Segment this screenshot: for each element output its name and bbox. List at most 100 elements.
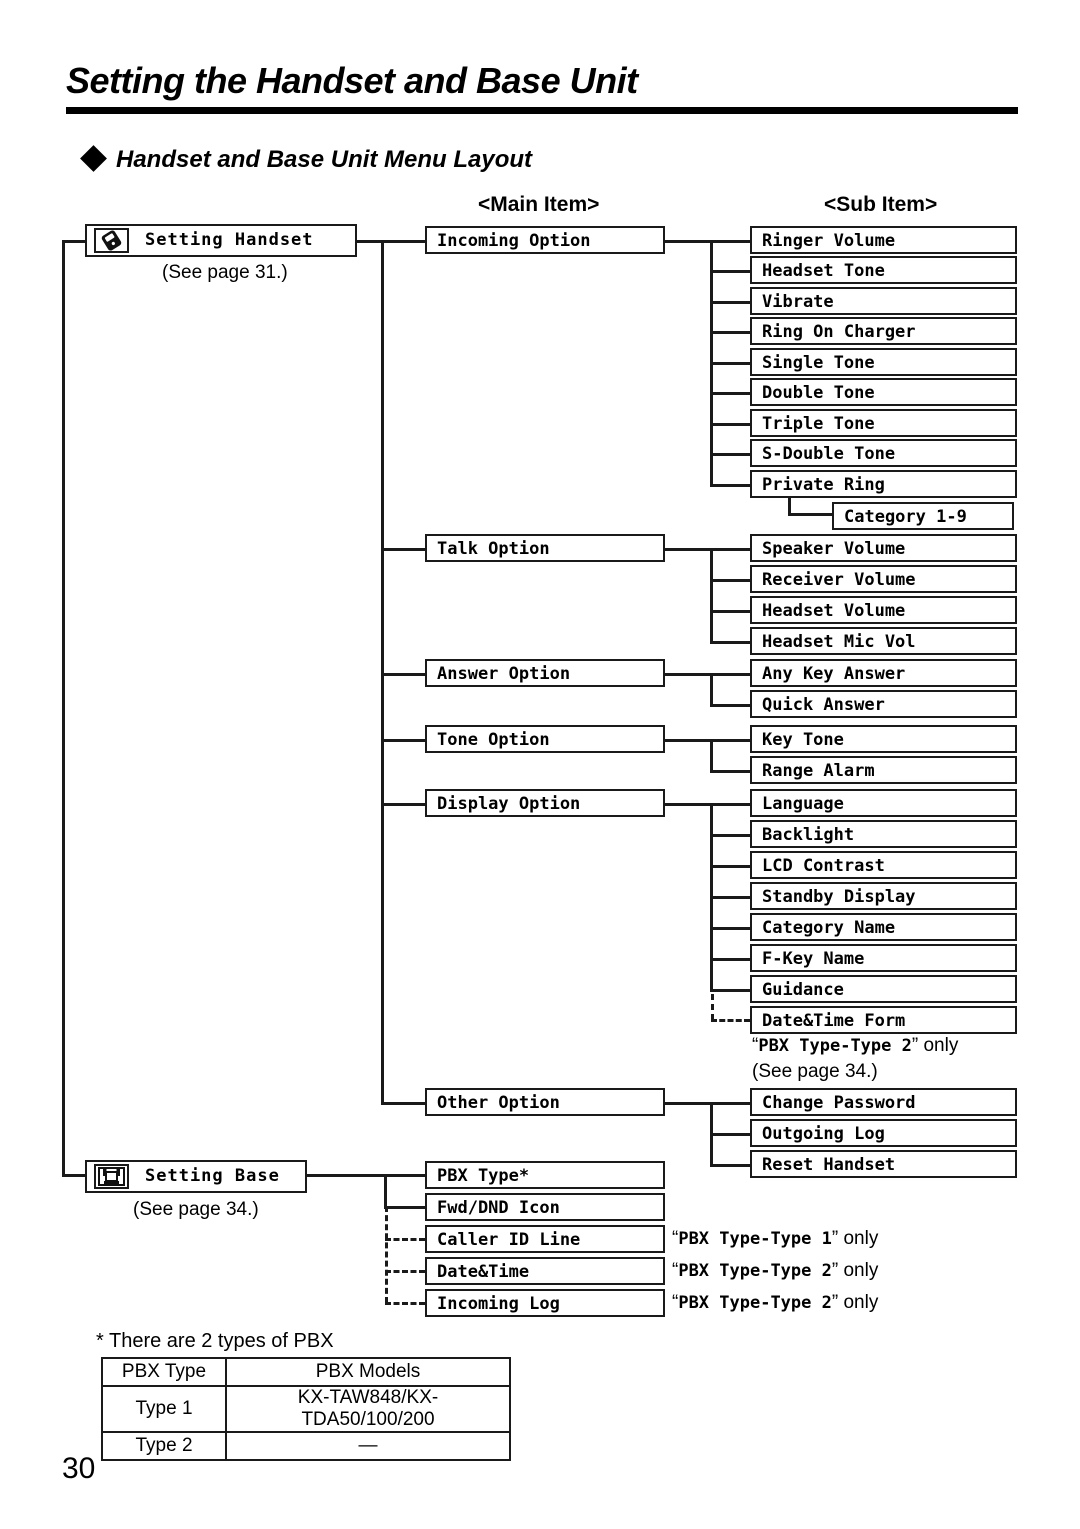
sub-item-category-name[interactable]: Category Name [750, 913, 1017, 941]
connector-tone-stem [665, 739, 713, 742]
date-time-form-condition-note: “PBX Type-Type 2” only [752, 1035, 959, 1056]
sub-item-standby-display[interactable]: Standby Display [750, 882, 1017, 910]
sub-item-s-double-tone-label: S-Double Tone [762, 444, 896, 464]
connector-base-5-dashed [385, 1302, 425, 1305]
incoming-log-condition-note: “PBX Type-Type 2” only [672, 1292, 879, 1313]
connector-display-6 [710, 958, 750, 961]
base-item-caller-id-line-label: Caller ID Line [437, 1230, 581, 1250]
sub-item-double-tone-label: Double Tone [762, 383, 875, 403]
main-item-talk-option[interactable]: Talk Option [425, 534, 665, 562]
sub-item-headset-volume[interactable]: Headset Volume [750, 596, 1017, 624]
main-item-display-option[interactable]: Display Option [425, 789, 665, 817]
connector-talk-4 [710, 641, 750, 644]
connector-talk-1 [710, 548, 750, 551]
connector-tone-bus [710, 739, 713, 773]
base-item-date-time-label: Date&Time [437, 1262, 530, 1282]
connector-incoming-8 [710, 453, 750, 456]
connector-display-2 [710, 834, 750, 837]
connector-display-5 [710, 927, 750, 930]
main-item-incoming-option[interactable]: Incoming Option [425, 226, 665, 254]
sub-item-f-key-name[interactable]: F-Key Name [750, 944, 1017, 972]
sub-item-range-alarm-label: Range Alarm [762, 761, 875, 781]
connector-main-other [381, 1102, 427, 1105]
main-item-display-option-label: Display Option [437, 794, 581, 814]
connector-display-4 [710, 896, 750, 899]
title-rule [66, 107, 1018, 114]
connector-base-bus-dashed [385, 1206, 388, 1303]
sub-item-range-alarm[interactable]: Range Alarm [750, 756, 1017, 784]
base-item-date-time[interactable]: Date&Time [425, 1257, 665, 1285]
connector-display-8-dashed-v [711, 994, 714, 1020]
sub-item-category-1-9[interactable]: Category 1-9 [832, 502, 1014, 530]
sub-item-headset-tone[interactable]: Headset Tone [750, 256, 1017, 284]
sub-item-reset-handset-label: Reset Handset [762, 1155, 896, 1175]
sub-item-backlight-label: Backlight [762, 825, 855, 845]
main-item-tone-option-label: Tone Option [437, 730, 550, 750]
connector-main-answer [381, 673, 427, 676]
setting-base-page-note: (See page 34.) [133, 1199, 259, 1220]
sub-item-any-key-answer[interactable]: Any Key Answer [750, 659, 1017, 687]
sub-item-column-header: <Sub Item> [824, 193, 938, 216]
sub-item-date-time-form[interactable]: Date&Time Form [750, 1006, 1017, 1034]
base-item-pbx-type-label: PBX Type* [437, 1166, 530, 1186]
connector-incoming-7 [710, 423, 750, 426]
sub-item-s-double-tone[interactable]: S-Double Tone [750, 439, 1017, 467]
connector-base-2 [384, 1206, 425, 1209]
sub-item-ring-on-charger[interactable]: Ring On Charger [750, 317, 1017, 345]
sub-item-receiver-volume-label: Receiver Volume [762, 570, 916, 590]
sub-item-vibrate[interactable]: Vibrate [750, 287, 1017, 315]
base-item-fwd-dnd-icon[interactable]: Fwd/DND Icon [425, 1193, 665, 1221]
sub-item-speaker-volume[interactable]: Speaker Volume [750, 534, 1017, 562]
sub-item-reset-handset[interactable]: Reset Handset [750, 1150, 1017, 1178]
table-cell-models-2: — [225, 1431, 511, 1461]
connector-private-ring-child-h [788, 513, 832, 516]
date-time-form-condition-tail: only [923, 1035, 959, 1056]
sub-item-ringer-volume[interactable]: Ringer Volume [750, 226, 1017, 254]
section-title: Handset and Base Unit Menu Layout [116, 146, 533, 173]
incoming-log-condition-tail: only [843, 1292, 879, 1313]
base-item-caller-id-line[interactable]: Caller ID Line [425, 1225, 665, 1253]
connector-main-tone [381, 739, 427, 742]
sub-item-guidance[interactable]: Guidance [750, 975, 1017, 1003]
connector-display-stem [665, 803, 713, 806]
connector-other-3 [710, 1164, 750, 1167]
sub-item-language[interactable]: Language [750, 789, 1017, 817]
connector-other-2 [710, 1133, 750, 1136]
sub-item-receiver-volume[interactable]: Receiver Volume [750, 565, 1017, 593]
connector-answer-stem [665, 673, 713, 676]
main-item-tone-option[interactable]: Tone Option [425, 725, 665, 753]
sub-item-f-key-name-label: F-Key Name [762, 949, 865, 969]
connector-base-1 [384, 1174, 425, 1177]
main-item-answer-option-label: Answer Option [437, 664, 571, 684]
connector-base-4-dashed [385, 1270, 425, 1273]
sub-item-backlight[interactable]: Backlight [750, 820, 1017, 848]
sub-item-change-password[interactable]: Change Password [750, 1088, 1017, 1116]
base-item-incoming-log[interactable]: Incoming Log [425, 1289, 665, 1317]
sub-item-private-ring[interactable]: Private Ring [750, 470, 1017, 498]
page-title: Setting the Handset and Base Unit [66, 60, 638, 101]
connector-tone-1 [710, 739, 750, 742]
sub-item-double-tone[interactable]: Double Tone [750, 378, 1017, 406]
main-item-column-header: <Main Item> [478, 193, 600, 216]
main-item-other-option[interactable]: Other Option [425, 1088, 665, 1116]
table-header-row: PBX Type PBX Models [101, 1357, 511, 1387]
sub-item-lcd-contrast[interactable]: LCD Contrast [750, 851, 1017, 879]
manual-page: Setting the Handset and Base Unit Handse… [0, 0, 1080, 1529]
connector-main-talk [381, 548, 427, 551]
sub-item-ringer-volume-label: Ringer Volume [762, 231, 896, 251]
sub-item-headset-volume-label: Headset Volume [762, 601, 906, 621]
sub-item-single-tone[interactable]: Single Tone [750, 348, 1017, 376]
caller-id-line-condition-tail: only [843, 1228, 879, 1249]
main-item-answer-option[interactable]: Answer Option [425, 659, 665, 687]
base-item-pbx-type[interactable]: PBX Type* [425, 1161, 665, 1189]
main-item-other-option-label: Other Option [437, 1093, 560, 1113]
sub-item-triple-tone[interactable]: Triple Tone [750, 409, 1017, 437]
sub-item-headset-mic-vol[interactable]: Headset Mic Vol [750, 627, 1017, 655]
connector-answer-bus [710, 673, 713, 707]
sub-item-outgoing-log[interactable]: Outgoing Log [750, 1119, 1017, 1147]
sub-item-headset-mic-vol-label: Headset Mic Vol [762, 632, 916, 652]
connector-incoming-4 [710, 331, 750, 334]
sub-item-quick-answer[interactable]: Quick Answer [750, 690, 1017, 718]
sub-item-key-tone[interactable]: Key Tone [750, 725, 1017, 753]
pbx-types-table: PBX Type PBX Models Type 1 KX-TAW848/KX-… [101, 1357, 511, 1461]
